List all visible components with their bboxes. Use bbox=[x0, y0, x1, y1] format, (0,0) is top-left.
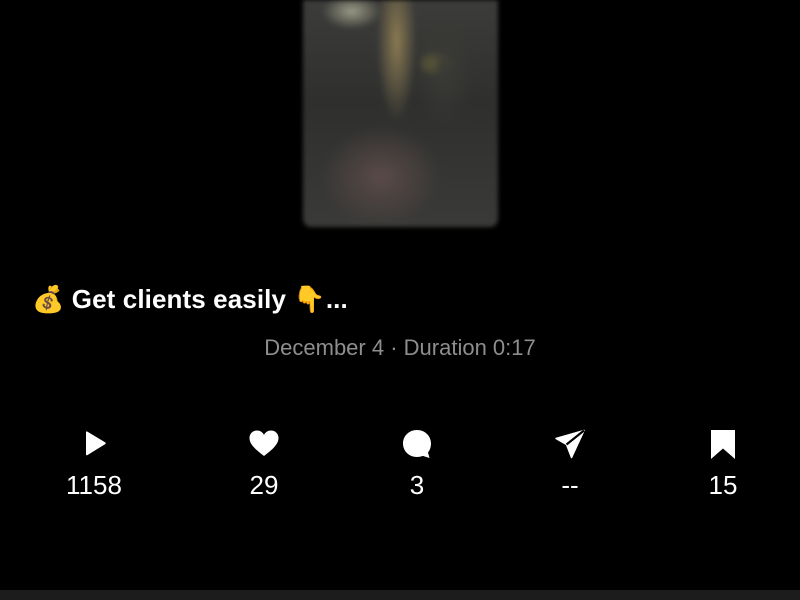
post-meta: December 4 · Duration 0:17 bbox=[264, 335, 536, 360]
video-thumbnail[interactable] bbox=[303, 0, 498, 227]
heart-icon bbox=[249, 430, 279, 456]
stat-shares: -- bbox=[510, 428, 630, 500]
bottom-bar bbox=[0, 590, 800, 600]
stat-likes: 29 bbox=[204, 428, 324, 500]
stat-comments: 3 bbox=[357, 428, 477, 500]
plays-count: 1158 bbox=[66, 470, 122, 500]
saves-count: 15 bbox=[708, 470, 738, 500]
share-icon bbox=[555, 429, 585, 459]
stat-saves: 15 bbox=[663, 428, 783, 500]
post-insights-page: 💰 Get clients easily 👇... December 4 · D… bbox=[0, 0, 800, 600]
likes-count: 29 bbox=[249, 470, 279, 500]
shares-count: -- bbox=[561, 470, 579, 500]
stats-row: 1158 29 3 -- 15 bbox=[0, 428, 800, 518]
comments-count: 3 bbox=[409, 470, 425, 500]
comment-icon bbox=[403, 430, 431, 458]
bookmark-icon bbox=[711, 430, 735, 459]
stat-plays: 1158 bbox=[34, 428, 154, 500]
post-caption: 💰 Get clients easily 👇... bbox=[32, 284, 348, 314]
play-icon bbox=[86, 431, 106, 456]
